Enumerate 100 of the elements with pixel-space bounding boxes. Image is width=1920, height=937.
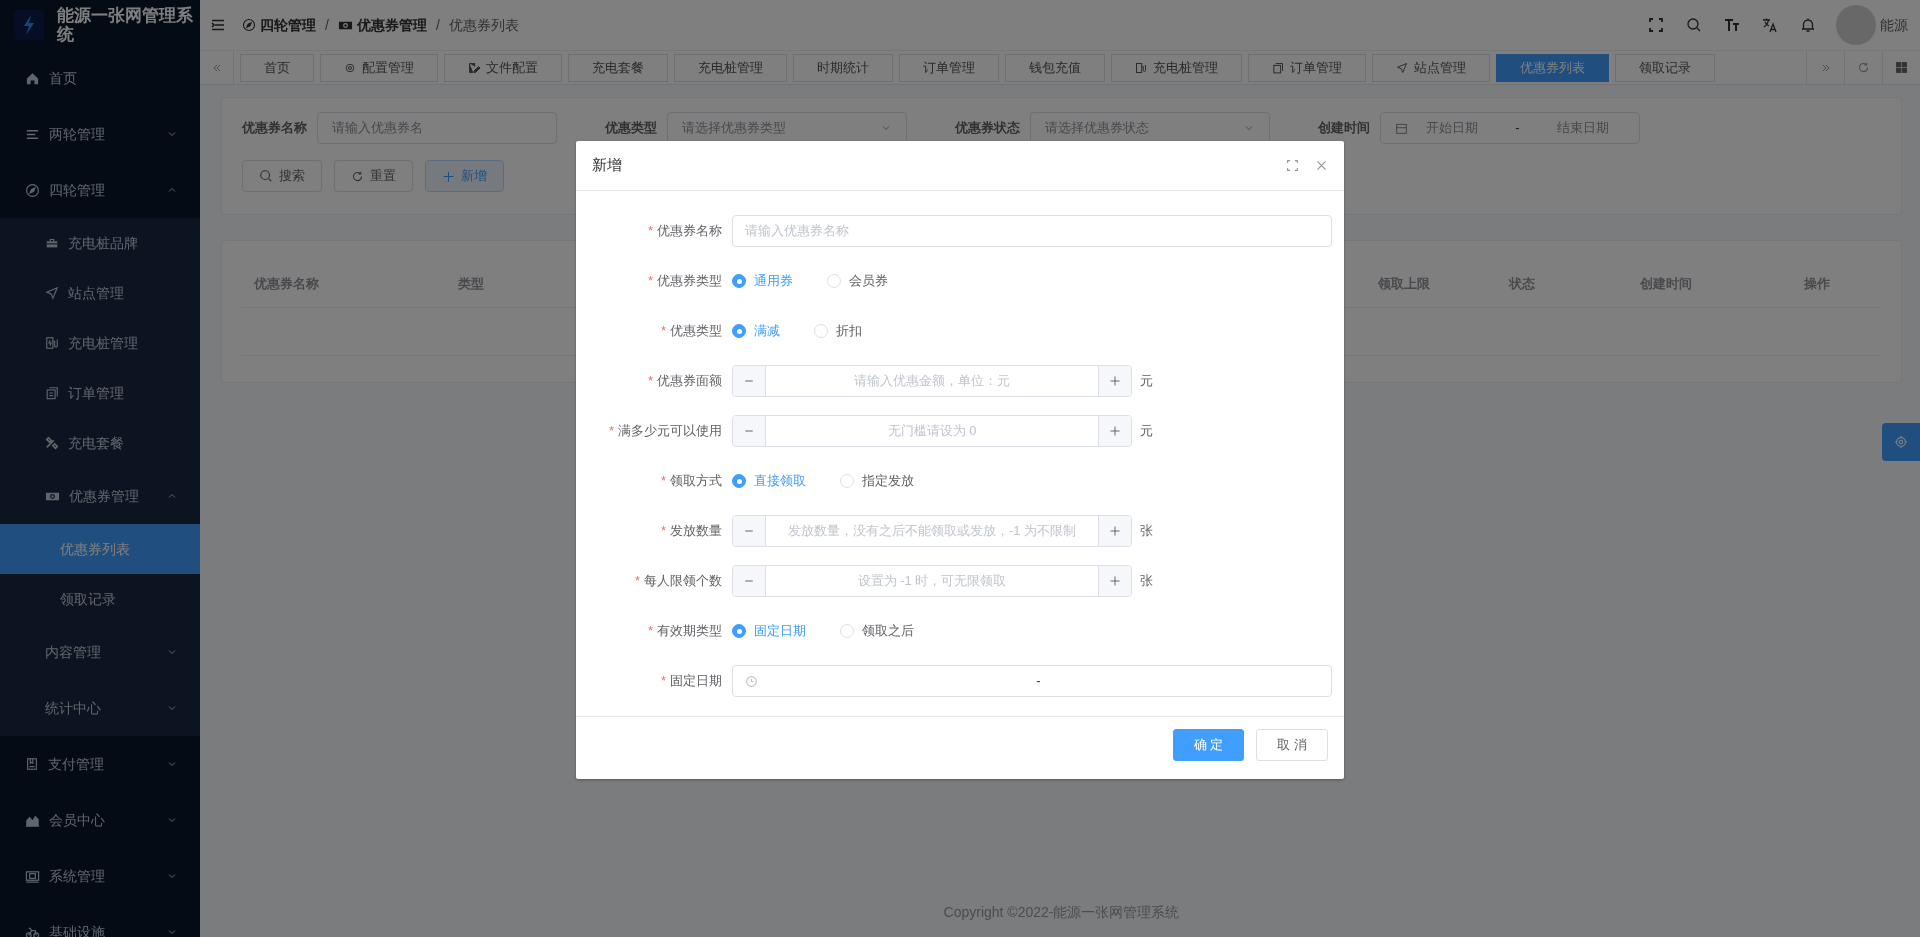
number-field[interactable]: 设置为 -1 时，可无限领取: [732, 565, 1132, 597]
sidebar-item[interactable]: 四轮管理: [0, 162, 200, 218]
add-button[interactable]: 新增: [425, 160, 504, 192]
reset-button[interactable]: 重置: [334, 160, 413, 192]
number-field[interactable]: 发放数量，没有之后不能领取或发放，-1 为不限制: [732, 515, 1132, 547]
sidebar-item[interactable]: 充电套餐: [0, 418, 200, 468]
decrement-button[interactable]: [733, 416, 766, 446]
decrement-button[interactable]: [733, 566, 766, 596]
page-tab[interactable]: 订单管理: [899, 54, 999, 82]
field-label: 领取方式: [670, 473, 722, 489]
page-tab[interactable]: 优惠券列表: [1496, 54, 1609, 82]
search-button[interactable]: 搜索: [242, 160, 322, 192]
required-mark: *: [634, 573, 640, 589]
radio-option[interactable]: 通用券: [732, 271, 793, 291]
sidebar-item[interactable]: 充电桩管理: [0, 318, 200, 368]
sidebar-item[interactable]: 内容管理: [0, 624, 200, 680]
page-tab[interactable]: 站点管理: [1372, 54, 1490, 82]
field-label: 优惠券名称: [657, 223, 722, 239]
field-label: 每人限领个数: [644, 573, 722, 589]
page-tab[interactable]: 充电套餐: [568, 54, 668, 82]
sidebar-item[interactable]: 订单管理: [0, 368, 200, 418]
page-tab[interactable]: 首页: [240, 54, 314, 82]
search-icon: [1686, 17, 1702, 33]
field-label: 固定日期: [670, 673, 722, 689]
unit-label: 元: [1140, 372, 1153, 391]
date-range-field[interactable]: -: [732, 665, 1332, 697]
app-title: 能源一张网管理系统: [57, 6, 194, 44]
translate-icon: [1762, 17, 1778, 33]
plus-icon: [1109, 375, 1121, 387]
send-icon: [45, 286, 59, 300]
calendar-icon: [1395, 121, 1408, 135]
fullscreen-icon: [1648, 17, 1664, 33]
input-field[interactable]: 请输入优惠券名称: [732, 215, 1332, 247]
font-size-icon: [1724, 17, 1740, 33]
plus-icon: [1109, 425, 1121, 437]
sidebar-item[interactable]: 系统管理: [0, 848, 200, 904]
confirm-button[interactable]: 确 定: [1172, 729, 1245, 761]
radio-option[interactable]: 指定发放: [840, 471, 914, 491]
sidebar-item[interactable]: 充电桩品牌: [0, 218, 200, 268]
field-label: 优惠券名称: [242, 119, 307, 138]
logo-icon: [14, 10, 44, 40]
number-field[interactable]: 请输入优惠金额，单位：元: [732, 365, 1132, 397]
breadcrumb-separator: /: [325, 15, 329, 35]
unit-label: 张: [1140, 572, 1153, 591]
sidebar-item[interactable]: 领取记录: [0, 574, 200, 624]
field-label: 有效期类型: [657, 623, 722, 639]
charger-icon: [1135, 62, 1147, 74]
cancel-button[interactable]: 取 消: [1256, 729, 1328, 761]
sidebar-item[interactable]: 优惠券列表: [0, 524, 200, 574]
page-tab[interactable]: 文件配置: [444, 54, 562, 82]
page-tab[interactable]: 充电桩管理: [1111, 54, 1242, 82]
bell-icon: [1800, 17, 1816, 33]
required-mark: *: [660, 473, 666, 489]
sidebar-item[interactable]: 首页: [0, 50, 200, 106]
increment-button[interactable]: [1098, 566, 1131, 596]
radio-option[interactable]: 直接领取: [732, 471, 806, 491]
decrement-button[interactable]: [733, 366, 766, 396]
page-tab[interactable]: 时期统计: [793, 54, 893, 82]
radio-option[interactable]: 领取之后: [840, 621, 914, 641]
breadcrumb-link[interactable]: 优惠券管理: [337, 14, 427, 36]
sidebar-item[interactable]: 优惠券管理: [0, 468, 200, 524]
sidebar-item[interactable]: 两轮管理: [0, 106, 200, 162]
search-icon: [259, 169, 273, 183]
unit-label: 张: [1140, 522, 1153, 541]
sidebar-item[interactable]: 支付管理: [0, 736, 200, 792]
increment-button[interactable]: [1098, 416, 1131, 446]
unit-label: 元: [1140, 422, 1153, 441]
settings-button[interactable]: [1882, 423, 1920, 461]
document-icon: [1272, 62, 1284, 74]
field-label: 创建时间: [1318, 119, 1370, 138]
increment-button[interactable]: [1098, 366, 1131, 396]
page-tab[interactable]: 订单管理: [1248, 54, 1366, 82]
decrement-button[interactable]: [733, 516, 766, 546]
field-label: 优惠券类型: [657, 273, 722, 289]
field-label: 优惠类型: [670, 323, 722, 339]
radio-option[interactable]: 满减: [732, 321, 780, 341]
required-mark: *: [660, 523, 666, 539]
field-label: 满多少元可以使用: [618, 423, 722, 439]
close-icon: [1315, 159, 1328, 172]
briefcase-icon: [45, 236, 59, 250]
required-mark: *: [647, 623, 653, 639]
sidebar-item[interactable]: 统计中心: [0, 680, 200, 736]
radio-option[interactable]: 固定日期: [732, 621, 806, 641]
field-label: 优惠券状态: [955, 119, 1020, 138]
required-mark: *: [647, 273, 653, 289]
sidebar-item[interactable]: 站点管理: [0, 268, 200, 318]
page-tab[interactable]: 钱包充值: [1005, 54, 1105, 82]
radio-option[interactable]: 会员券: [827, 271, 888, 291]
breadcrumb-link[interactable]: 优惠券列表: [448, 14, 519, 36]
page-tab[interactable]: 配置管理: [320, 54, 438, 82]
page-tab[interactable]: 领取记录: [1615, 54, 1715, 82]
sidebar-item[interactable]: 会员中心: [0, 792, 200, 848]
edit-icon: [468, 62, 480, 74]
user-name: 能源: [1880, 15, 1908, 35]
breadcrumb-link[interactable]: 四轮管理: [242, 14, 316, 36]
increment-button[interactable]: [1098, 516, 1131, 546]
breadcrumb-separator: /: [435, 15, 440, 35]
page-tab[interactable]: 充电桩管理: [674, 54, 787, 82]
field-label: 发放数量: [670, 523, 722, 539]
radio-option[interactable]: 折扣: [814, 321, 862, 341]
